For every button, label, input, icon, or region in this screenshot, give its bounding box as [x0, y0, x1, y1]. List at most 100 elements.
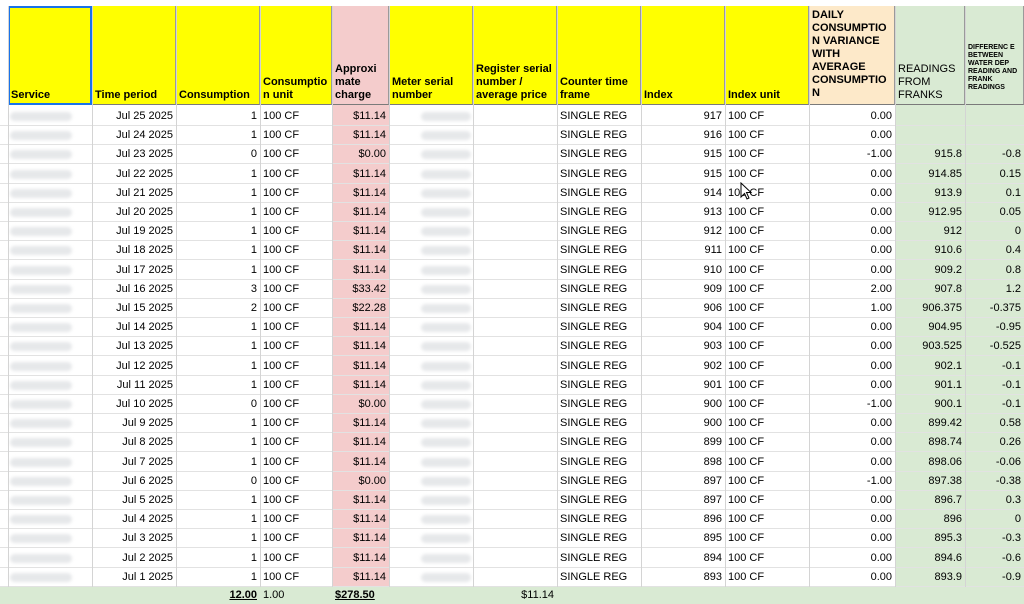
difference-cell[interactable]: -0.95	[965, 318, 1024, 337]
difference-cell[interactable]: -0.375	[965, 299, 1024, 318]
consumption-cell[interactable]: 0	[176, 472, 260, 491]
consumption-unit-cell[interactable]: 100 CF	[260, 318, 332, 337]
index-cell[interactable]: 902	[641, 357, 725, 376]
header-consumption-unit[interactable]: Consumptio n unit	[260, 6, 332, 105]
consumption-cell[interactable]: 1	[176, 203, 260, 222]
index-cell[interactable]: 904	[641, 318, 725, 337]
counter-time-frame-cell[interactable]: SINGLE REG	[557, 510, 641, 529]
counter-time-frame-cell[interactable]: SINGLE REG	[557, 433, 641, 452]
consumption-cell[interactable]: 2	[176, 299, 260, 318]
variance-cell[interactable]: 0.00	[809, 261, 895, 280]
franks-reading-cell[interactable]: 906.375	[895, 299, 965, 318]
variance-cell[interactable]: -1.00	[809, 145, 895, 164]
index-cell[interactable]: 897	[641, 472, 725, 491]
franks-reading-cell[interactable]: 893.9	[895, 568, 965, 587]
charge-cell[interactable]: $11.14	[332, 184, 389, 203]
counter-time-frame-cell[interactable]: SINGLE REG	[557, 280, 641, 299]
variance-cell[interactable]: 0.00	[809, 568, 895, 587]
consumption-cell[interactable]: 1	[176, 510, 260, 529]
index-unit-cell[interactable]: 100 CF	[725, 433, 809, 452]
index-unit-cell[interactable]: 100 CF	[725, 376, 809, 395]
franks-reading-cell[interactable]: 914.85	[895, 165, 965, 184]
difference-cell[interactable]: -0.6	[965, 549, 1024, 568]
header-index-unit[interactable]: Index unit	[725, 6, 809, 105]
difference-cell[interactable]: -0.38	[965, 472, 1024, 491]
difference-cell[interactable]: -0.06	[965, 453, 1024, 472]
consumption-cell[interactable]: 1	[176, 318, 260, 337]
time-period-cell[interactable]: Jul 5 2025	[92, 491, 176, 510]
variance-cell[interactable]: 0.00	[809, 318, 895, 337]
time-period-cell[interactable]: Jul 17 2025	[92, 261, 176, 280]
consumption-cell[interactable]: 1	[176, 126, 260, 145]
index-unit-cell[interactable]: 100 CF	[725, 145, 809, 164]
difference-cell[interactable]: -0.1	[965, 357, 1024, 376]
charge-cell[interactable]: $11.14	[332, 241, 389, 260]
franks-reading-cell[interactable]	[895, 107, 965, 126]
difference-cell[interactable]: 0.4	[965, 241, 1024, 260]
index-unit-cell[interactable]: 100 CF	[725, 261, 809, 280]
variance-cell[interactable]: 0.00	[809, 357, 895, 376]
counter-time-frame-cell[interactable]: SINGLE REG	[557, 453, 641, 472]
consumption-cell[interactable]: 0	[176, 145, 260, 164]
variance-cell[interactable]: 0.00	[809, 337, 895, 356]
index-cell[interactable]: 906	[641, 299, 725, 318]
difference-cell[interactable]: 0	[965, 222, 1024, 241]
franks-reading-cell[interactable]: 898.06	[895, 453, 965, 472]
time-period-cell[interactable]: Jul 11 2025	[92, 376, 176, 395]
counter-time-frame-cell[interactable]: SINGLE REG	[557, 222, 641, 241]
index-unit-cell[interactable]: 100 CF	[725, 472, 809, 491]
time-period-cell[interactable]: Jul 23 2025	[92, 145, 176, 164]
consumption-cell[interactable]: 1	[176, 261, 260, 280]
charge-cell[interactable]: $0.00	[332, 472, 389, 491]
difference-cell[interactable]: 0.3	[965, 491, 1024, 510]
time-period-cell[interactable]: Jul 3 2025	[92, 529, 176, 548]
index-unit-cell[interactable]: 100 CF	[725, 529, 809, 548]
consumption-unit-cell[interactable]: 100 CF	[260, 203, 332, 222]
consumption-unit-cell[interactable]: 100 CF	[260, 376, 332, 395]
variance-cell[interactable]: -1.00	[809, 472, 895, 491]
index-unit-cell[interactable]: 100 CF	[725, 453, 809, 472]
counter-time-frame-cell[interactable]: SINGLE REG	[557, 337, 641, 356]
variance-cell[interactable]: 0.00	[809, 107, 895, 126]
consumption-unit-cell[interactable]: 100 CF	[260, 337, 332, 356]
header-difference[interactable]: DIFFERENC E BETWEEN WATER DEP READING AN…	[965, 6, 1024, 105]
franks-reading-cell[interactable]: 910.6	[895, 241, 965, 260]
consumption-unit-cell[interactable]: 100 CF	[260, 395, 332, 414]
difference-cell[interactable]	[965, 107, 1024, 126]
counter-time-frame-cell[interactable]: SINGLE REG	[557, 395, 641, 414]
variance-cell[interactable]: 1.00	[809, 299, 895, 318]
variance-cell[interactable]: 0.00	[809, 241, 895, 260]
header-index[interactable]: Index	[641, 6, 725, 105]
franks-reading-cell[interactable]	[895, 126, 965, 145]
charge-cell[interactable]: $11.14	[332, 261, 389, 280]
header-meter-serial[interactable]: Meter serial number	[389, 6, 473, 105]
index-unit-cell[interactable]: 100 CF	[725, 107, 809, 126]
index-cell[interactable]: 897	[641, 491, 725, 510]
consumption-cell[interactable]: 0	[176, 395, 260, 414]
charge-cell[interactable]: $11.14	[332, 107, 389, 126]
consumption-unit-cell[interactable]: 100 CF	[260, 568, 332, 587]
franks-reading-cell[interactable]: 915.8	[895, 145, 965, 164]
franks-reading-cell[interactable]: 904.95	[895, 318, 965, 337]
variance-cell[interactable]: 0.00	[809, 549, 895, 568]
variance-cell[interactable]: 0.00	[809, 510, 895, 529]
charge-cell[interactable]: $0.00	[332, 145, 389, 164]
counter-time-frame-cell[interactable]: SINGLE REG	[557, 145, 641, 164]
franks-reading-cell[interactable]: 900.1	[895, 395, 965, 414]
index-cell[interactable]: 899	[641, 433, 725, 452]
index-cell[interactable]: 911	[641, 241, 725, 260]
time-period-cell[interactable]: Jul 25 2025	[92, 107, 176, 126]
index-unit-cell[interactable]: 100 CF	[725, 357, 809, 376]
charge-cell[interactable]: $11.14	[332, 376, 389, 395]
counter-time-frame-cell[interactable]: SINGLE REG	[557, 491, 641, 510]
charge-cell[interactable]: $11.14	[332, 491, 389, 510]
consumption-unit-cell[interactable]: 100 CF	[260, 222, 332, 241]
index-cell[interactable]: 917	[641, 107, 725, 126]
index-cell[interactable]: 895	[641, 529, 725, 548]
header-consumption[interactable]: Consumption	[176, 6, 260, 105]
variance-cell[interactable]: 0.00	[809, 126, 895, 145]
index-unit-cell[interactable]: 100 CF	[725, 318, 809, 337]
counter-time-frame-cell[interactable]: SINGLE REG	[557, 184, 641, 203]
time-period-cell[interactable]: Jul 20 2025	[92, 203, 176, 222]
index-unit-cell[interactable]: 100 CF	[725, 549, 809, 568]
